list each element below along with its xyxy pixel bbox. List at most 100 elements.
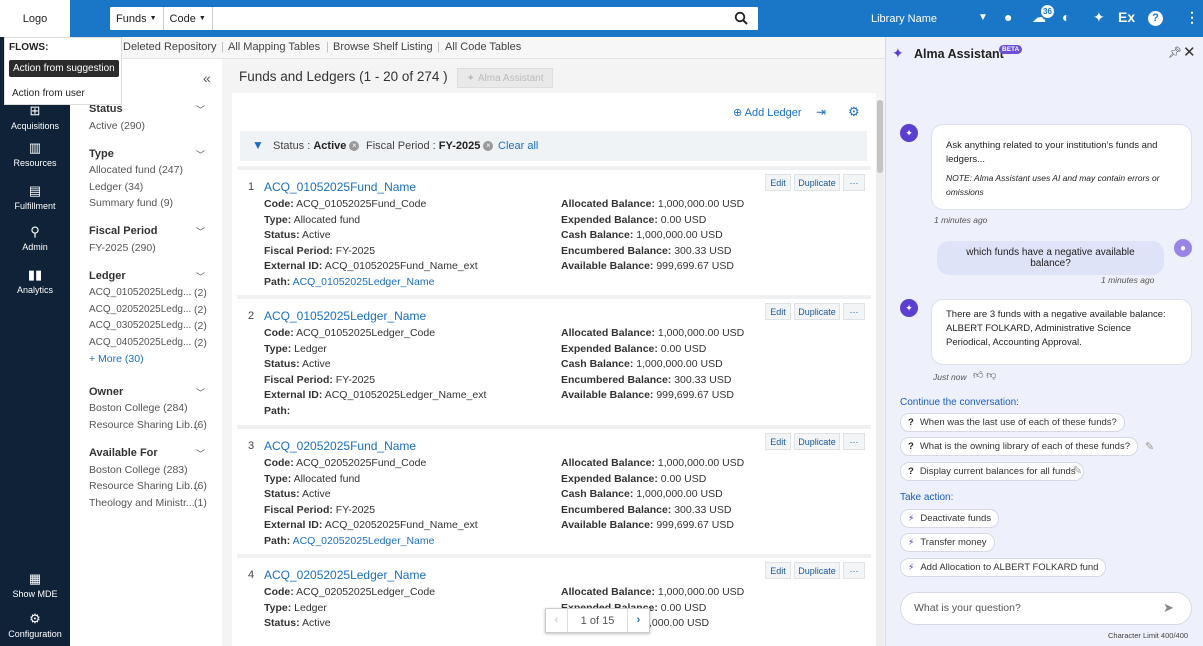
- suggestion-chip[interactable]: ? Display current balances for all funds: [900, 462, 1084, 481]
- thumbs-down-icon[interactable]: 👎︎: [986, 370, 996, 381]
- duplicate-button[interactable]: Duplicate: [794, 433, 840, 450]
- help-chat-icon[interactable]: ◐: [1062, 9, 1070, 25]
- record-status: Status: Active: [264, 229, 331, 241]
- question-input[interactable]: What is your question?: [900, 592, 1192, 625]
- facet-value[interactable]: Active (290): [89, 120, 145, 132]
- edit-button[interactable]: Edit: [765, 433, 791, 450]
- alma-assistant-button[interactable]: ✦ Alma Assistant: [457, 68, 553, 88]
- library-name[interactable]: Library Name: [871, 13, 937, 25]
- record-title-link[interactable]: ACQ_01052025Fund_Name: [264, 180, 416, 194]
- remove-filter-icon[interactable]: ×: [483, 141, 494, 152]
- scrollbar-thumb[interactable]: [877, 100, 883, 173]
- send-icon[interactable]: ➤: [1163, 600, 1174, 616]
- thumbs-up-icon[interactable]: 👍︎: [973, 370, 983, 381]
- facet-type-title[interactable]: Type: [89, 148, 114, 160]
- subnav-browse-shelf-listing[interactable]: Browse Shelf Listing: [333, 41, 433, 53]
- flow-action-from-user[interactable]: Action from user: [12, 88, 85, 99]
- chevron-down-icon[interactable]: ﹀: [196, 270, 205, 283]
- facet-fiscal-period-title[interactable]: Fiscal Period: [89, 225, 157, 237]
- facet-value[interactable]: Resource Sharing Lib...: [89, 480, 199, 492]
- more-menu-icon[interactable]: ⋮: [1185, 9, 1199, 26]
- facet-value[interactable]: ACQ_01052025Ledg...: [89, 287, 191, 298]
- edit-button[interactable]: Edit: [765, 562, 791, 579]
- record-title-link[interactable]: ACQ_02052025Ledger_Name: [264, 568, 426, 582]
- facet-value[interactable]: Resource Sharing Lib...: [89, 419, 199, 431]
- export-icon[interactable]: ⇥: [816, 105, 826, 119]
- more-actions-button[interactable]: ···: [843, 433, 865, 450]
- nav-analytics[interactable]: ▮▮ Analytics: [0, 267, 70, 295]
- duplicate-button[interactable]: Duplicate: [794, 174, 840, 191]
- facet-value[interactable]: Boston College (284): [89, 402, 188, 414]
- facet-value[interactable]: ACQ_04052025Ledg...: [89, 337, 191, 348]
- record-title-link[interactable]: ACQ_02052025Fund_Name: [264, 439, 416, 453]
- facet-value[interactable]: ACQ_03052025Ledg...: [89, 320, 191, 331]
- more-actions-button[interactable]: ···: [843, 562, 865, 579]
- facet-value[interactable]: Ledger (34): [89, 181, 143, 193]
- facet-value[interactable]: Theology and Ministr...: [89, 497, 195, 509]
- nav-acquisitions[interactable]: ⊞ Acquisitions: [0, 103, 70, 131]
- search-scope-dropdown[interactable]: Funds ▼: [110, 7, 164, 30]
- close-icon[interactable]: ✕: [1183, 43, 1196, 61]
- facet-value[interactable]: Boston College (283): [89, 464, 188, 476]
- nav-show-mde[interactable]: ▦ Show MDE: [0, 571, 70, 599]
- subnav-all-mapping-tables[interactable]: All Mapping Tables: [228, 41, 320, 53]
- chevron-down-icon[interactable]: ﹀: [196, 447, 205, 460]
- edit-button[interactable]: Edit: [765, 303, 791, 320]
- suggestion-chip[interactable]: ? What is the owning library of each of t…: [900, 437, 1138, 456]
- edit-button[interactable]: Edit: [765, 174, 791, 191]
- add-ledger-button[interactable]: ⊕ Add Ledger: [733, 106, 802, 119]
- settings-gear-icon[interactable]: ⚙: [848, 104, 860, 120]
- search-input[interactable]: [213, 7, 758, 30]
- facet-value[interactable]: Allocated fund (247): [89, 164, 183, 176]
- flow-action-from-suggestion[interactable]: Action from suggestion: [9, 60, 119, 77]
- facet-value[interactable]: FY-2025 (290): [89, 242, 156, 254]
- help-icon[interactable]: ?: [1148, 11, 1163, 26]
- pin-icon[interactable]: 📌︎: [1168, 46, 1182, 59]
- remove-filter-icon[interactable]: ×: [349, 141, 360, 152]
- subnav-deleted-repository[interactable]: Deleted Repository: [123, 41, 217, 53]
- more-actions-button[interactable]: ···: [843, 174, 865, 191]
- search-icon[interactable]: [734, 11, 748, 25]
- chevron-down-icon[interactable]: ﹀: [196, 148, 205, 161]
- facet-value[interactable]: Summary fund (9): [89, 197, 173, 209]
- logo[interactable]: Logo: [0, 0, 70, 37]
- sparkle-icon[interactable]: ✦: [1093, 9, 1105, 26]
- nav-fulfillment[interactable]: ▤ Fulfillment: [0, 183, 70, 211]
- chevron-down-icon[interactable]: ▼: [978, 12, 988, 23]
- record-type: Type: Allocated fund: [264, 473, 360, 485]
- duplicate-button[interactable]: Duplicate: [794, 562, 840, 579]
- nav-configuration[interactable]: ⚙ Configuration: [0, 611, 70, 639]
- facet-ledger-title[interactable]: Ledger: [89, 270, 126, 282]
- action-chip[interactable]: ⚡︎ Deactivate funds: [900, 509, 1000, 528]
- facet-owner-title[interactable]: Owner: [89, 386, 123, 398]
- collapse-facets-icon[interactable]: «: [203, 70, 211, 86]
- filter-chip-fiscal-period[interactable]: Fiscal Period : FY-2025 ×: [366, 140, 494, 152]
- subnav-all-code-tables[interactable]: All Code Tables: [445, 41, 521, 53]
- results-scrollbar[interactable]: [876, 100, 884, 646]
- nav-resources[interactable]: ▥ Resources: [0, 140, 70, 168]
- nav-admin[interactable]: ⚲ Admin: [0, 224, 70, 252]
- duplicate-button[interactable]: Duplicate: [794, 303, 840, 320]
- action-chip[interactable]: ⚡︎ Transfer money: [900, 533, 995, 552]
- chevron-down-icon[interactable]: ﹀: [196, 386, 205, 399]
- edit-pencil-icon[interactable]: ✎: [1073, 464, 1082, 477]
- action-chip[interactable]: ⚡︎ Add Allocation to ALBERT FOLKARD fund: [900, 558, 1107, 577]
- facet-value[interactable]: ACQ_02052025Ledg...: [89, 304, 191, 315]
- suggestion-chip[interactable]: ? When was the last use of each of these …: [900, 413, 1125, 432]
- search-field-dropdown[interactable]: Code ▼: [164, 7, 213, 30]
- filter-chip-status[interactable]: Status : Active ×: [273, 140, 360, 152]
- chevron-down-icon[interactable]: ﹀: [196, 103, 205, 116]
- ex-icon[interactable]: Ex: [1118, 9, 1135, 25]
- chevron-right-icon[interactable]: ›: [627, 609, 649, 632]
- more-actions-button[interactable]: ···: [843, 303, 865, 320]
- facet-available-for-title[interactable]: Available For: [89, 447, 158, 459]
- facet-more-link[interactable]: + More (30): [89, 353, 144, 365]
- path-link[interactable]: ACQ_01052025Ledger_Name: [293, 276, 435, 288]
- clear-all-link[interactable]: Clear all: [498, 140, 538, 152]
- path-link[interactable]: ACQ_02052025Ledger_Name: [293, 535, 435, 547]
- user-icon[interactable]: ●: [1004, 9, 1012, 25]
- record-title-link[interactable]: ACQ_01052025Ledger_Name: [264, 309, 426, 323]
- chevron-down-icon[interactable]: ﹀: [196, 225, 205, 238]
- edit-pencil-icon[interactable]: ✎: [1145, 440, 1154, 453]
- chevron-left-icon[interactable]: ‹: [546, 609, 568, 632]
